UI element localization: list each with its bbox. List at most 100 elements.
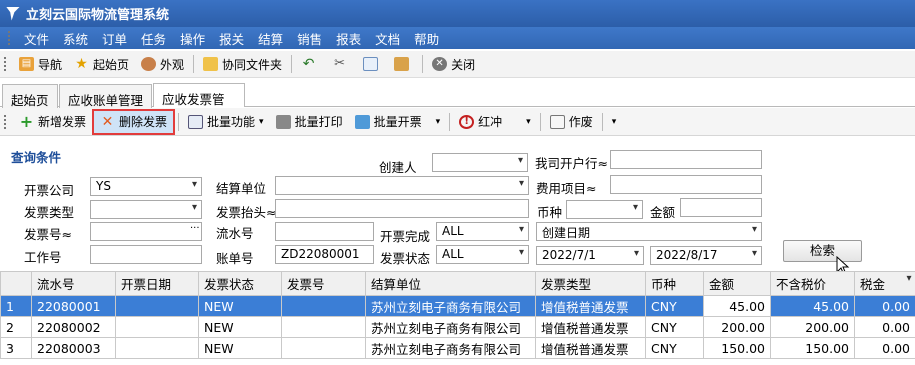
red-reverse-button[interactable]: ! 红冲 ▾	[453, 111, 537, 133]
cell-currency[interactable]: CNY	[645, 337, 704, 359]
tab-receivable-bills[interactable]: 应收账单管理	[59, 84, 152, 108]
home-button[interactable]: ★ 起始页	[68, 53, 135, 75]
cell-invoice-type[interactable]: 增值税普通发票	[535, 337, 646, 359]
nav-button[interactable]: ▤ 导航	[13, 53, 68, 75]
cell-status[interactable]: NEW	[198, 337, 282, 359]
cell-net-price[interactable]: 200.00	[770, 316, 855, 338]
job-no-field[interactable]	[90, 245, 202, 264]
settle-unit-select[interactable]	[275, 176, 529, 195]
cell-serial[interactable]: 22080001	[31, 295, 116, 317]
table-row[interactable]: 2 22080002 NEW 苏州立刻电子商务有限公司 增值税普通发票 CNY …	[0, 316, 915, 338]
ellipsis-icon[interactable]: ···	[190, 223, 200, 234]
toolbar-separator	[422, 55, 424, 73]
cell-invoice-type[interactable]: 增值税普通发票	[535, 316, 646, 338]
cell-tax[interactable]: 0.00	[854, 295, 915, 317]
tab-start-page[interactable]: 起始页	[2, 84, 58, 108]
void-button[interactable]: 作废	[544, 111, 599, 133]
menu-order[interactable]: 订单	[95, 29, 134, 48]
paste-button[interactable]	[388, 53, 419, 75]
row-index: 2	[0, 316, 32, 338]
close-button[interactable]: ✕ 关闭	[426, 53, 481, 75]
col-invoice-date[interactable]: 开票日期	[115, 271, 199, 296]
appearance-button[interactable]: 外观	[135, 53, 190, 75]
menu-grip-icon[interactable]	[8, 31, 11, 45]
col-amount[interactable]: 金额	[703, 271, 771, 296]
toolbar-grip-icon[interactable]	[4, 57, 7, 71]
cell-serial[interactable]: 22080003	[31, 337, 116, 359]
cell-tax[interactable]: 0.00	[854, 337, 915, 359]
cell-settle-unit[interactable]: 苏州立刻电子商务有限公司	[365, 337, 536, 359]
date-to-select[interactable]: 2022/8/17	[650, 246, 762, 265]
col-invoice-status[interactable]: 发票状态	[198, 271, 282, 296]
batch-print-button[interactable]: 批量打印	[270, 111, 349, 133]
menu-document[interactable]: 文档	[368, 29, 407, 48]
cell-invoice-no[interactable]	[281, 316, 366, 338]
invoice-no-field[interactable]	[90, 222, 202, 241]
toolbar-grip-icon[interactable]	[4, 114, 7, 129]
delete-invoice-button[interactable]: ✕ 删除发票	[92, 108, 176, 135]
invoice-type-select[interactable]	[90, 200, 202, 219]
toolbar-separator	[193, 55, 195, 73]
cell-amount[interactable]: 200.00	[703, 316, 771, 338]
invoice-done-select[interactable]: ALL	[436, 222, 529, 241]
menu-system[interactable]: 系统	[56, 29, 95, 48]
company-select[interactable]: YS	[90, 177, 202, 196]
invoice-header-field[interactable]	[275, 199, 529, 218]
cell-amount[interactable]: 150.00	[703, 337, 771, 359]
tab-receivable-invoices[interactable]: 应收发票管理	[153, 83, 245, 126]
col-serial[interactable]: 流水号	[31, 271, 116, 296]
col-net-price[interactable]: 不含税价	[770, 271, 855, 296]
cell-status[interactable]: NEW	[198, 316, 282, 338]
cell-date[interactable]	[115, 316, 199, 338]
cell-date[interactable]	[115, 337, 199, 359]
batch-issue-button[interactable]: 批量开票 ▾	[349, 111, 447, 133]
cell-invoice-type[interactable]: 增值税普通发票	[535, 295, 646, 317]
menu-sales[interactable]: 销售	[290, 29, 329, 48]
serial-field[interactable]	[275, 222, 374, 241]
cell-net-price[interactable]: 150.00	[770, 337, 855, 359]
cell-settle-unit[interactable]: 苏州立刻电子商务有限公司	[365, 295, 536, 317]
menu-operation[interactable]: 操作	[173, 29, 212, 48]
batch-function-button[interactable]: 批量功能 ▾	[182, 111, 270, 133]
menu-customs[interactable]: 报关	[212, 29, 251, 48]
col-invoice-type[interactable]: 发票类型	[535, 271, 646, 296]
cell-serial[interactable]: 22080002	[31, 316, 116, 338]
fee-item-field[interactable]	[610, 175, 762, 194]
creator-select[interactable]	[432, 153, 528, 172]
red-reverse-label: 红冲	[478, 115, 503, 129]
bill-no-field[interactable]: ZD22080001	[275, 245, 374, 264]
cell-currency[interactable]: CNY	[645, 295, 704, 317]
undo-button[interactable]: ↶	[295, 53, 326, 75]
search-button[interactable]: 检索	[783, 240, 862, 262]
menu-file[interactable]: 文件	[17, 29, 56, 48]
cell-invoice-no[interactable]	[281, 337, 366, 359]
cell-tax[interactable]: 0.00	[854, 316, 915, 338]
date-type-select[interactable]: 创建日期	[536, 222, 762, 241]
cell-amount[interactable]: 45.00	[703, 295, 771, 317]
menu-report[interactable]: 报表	[329, 29, 368, 48]
menu-settlement[interactable]: 结算	[251, 29, 290, 48]
shared-folder-button[interactable]: 协同文件夹	[197, 53, 288, 75]
copy-button[interactable]	[357, 53, 388, 75]
menu-help[interactable]: 帮助	[407, 29, 446, 48]
date-from-select[interactable]: 2022/7/1	[536, 246, 644, 265]
col-currency[interactable]: 币种	[645, 271, 704, 296]
cell-net-price[interactable]: 45.00	[770, 295, 855, 317]
menu-task[interactable]: 任务	[134, 29, 173, 48]
cell-invoice-no[interactable]	[281, 295, 366, 317]
table-row[interactable]: 1 22080001 NEW 苏州立刻电子商务有限公司 增值税普通发票 CNY …	[0, 295, 915, 317]
currency-select[interactable]	[566, 200, 643, 219]
table-row[interactable]: 3 22080003 NEW 苏州立刻电子商务有限公司 增值税普通发票 CNY …	[0, 337, 915, 359]
col-settle-unit[interactable]: 结算单位	[365, 271, 536, 296]
cell-currency[interactable]: CNY	[645, 316, 704, 338]
cell-date[interactable]	[115, 295, 199, 317]
col-invoice-no[interactable]: 发票号	[281, 271, 366, 296]
toolbar-overflow-button[interactable]: ▾	[606, 111, 623, 133]
invoice-status-select[interactable]: ALL	[436, 245, 529, 264]
cell-status[interactable]: NEW	[198, 295, 282, 317]
cell-settle-unit[interactable]: 苏州立刻电子商务有限公司	[365, 316, 536, 338]
add-invoice-button[interactable]: + 新增发票	[13, 111, 92, 133]
cut-button[interactable]: ✂	[326, 53, 357, 75]
bank-field[interactable]	[610, 150, 762, 169]
amount-field[interactable]	[680, 198, 762, 217]
